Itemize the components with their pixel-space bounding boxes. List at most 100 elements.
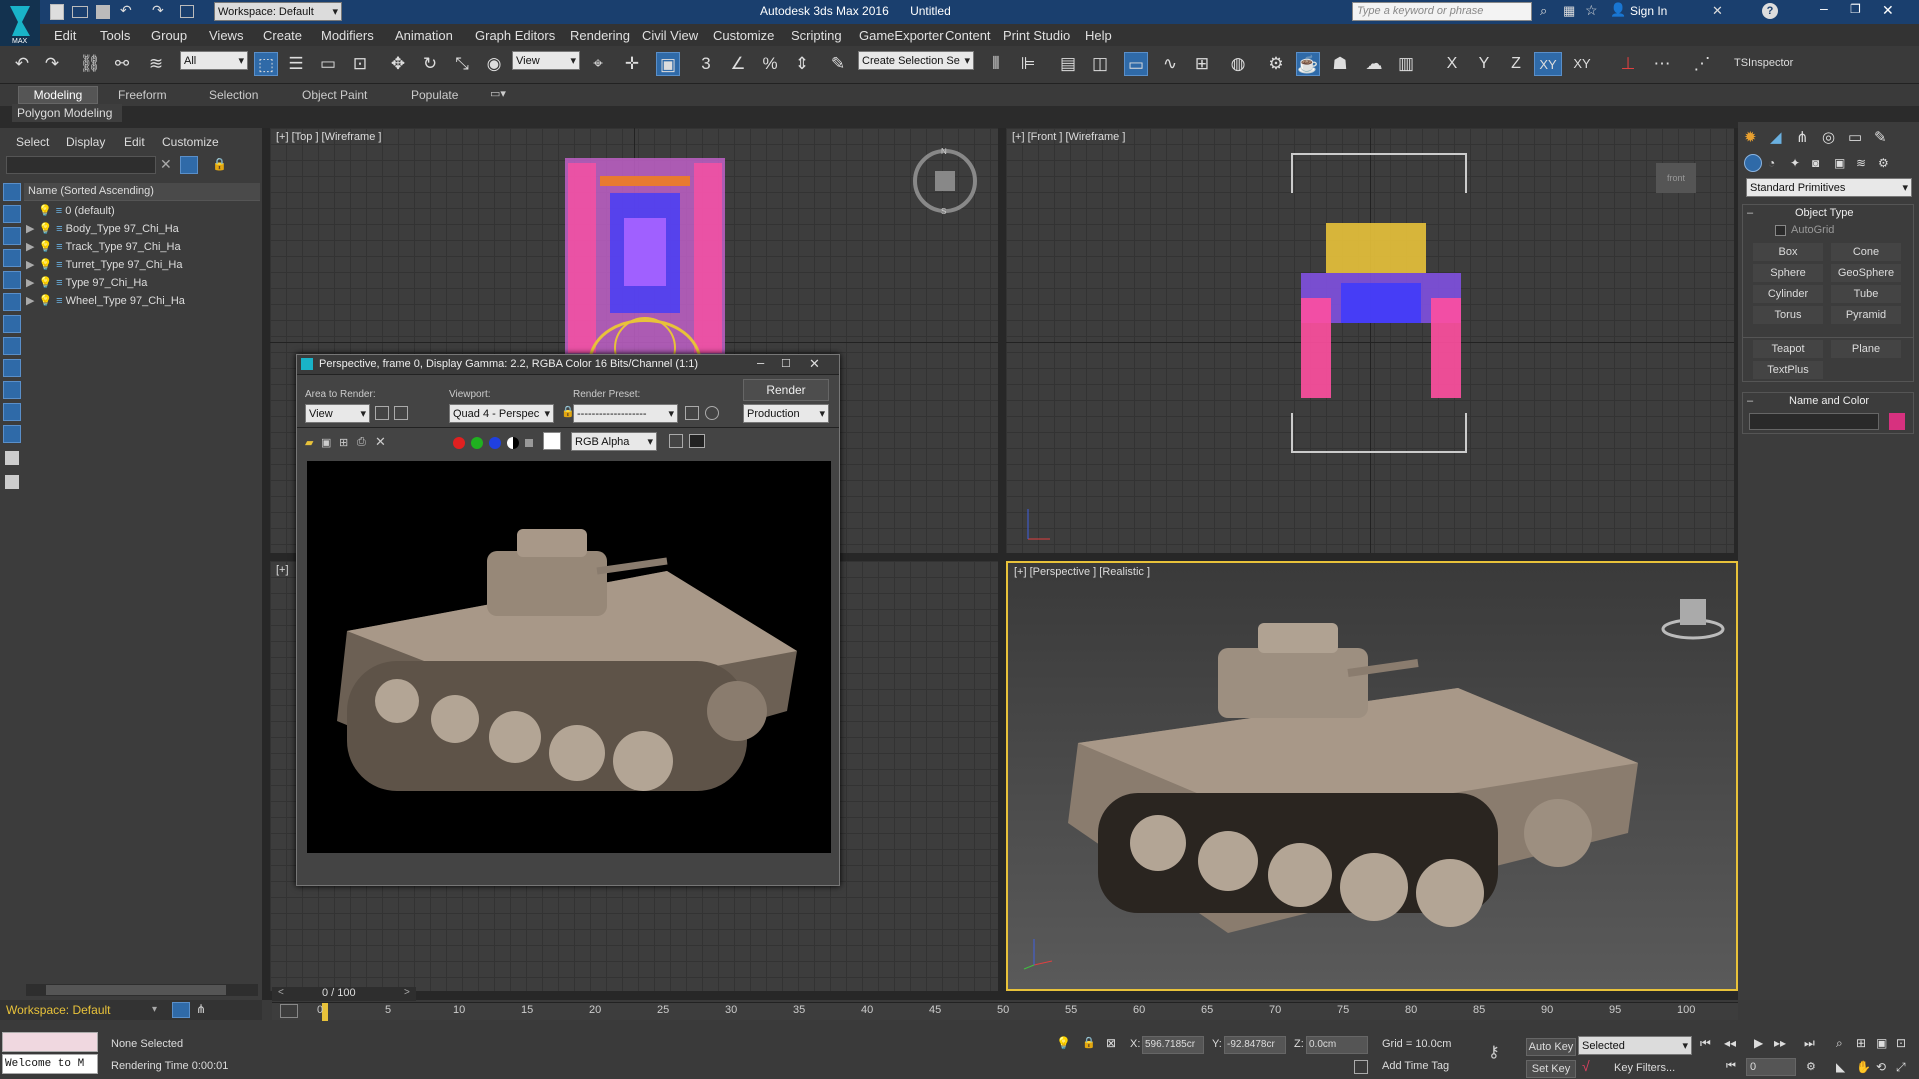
- torus-button[interactable]: Torus: [1753, 306, 1823, 324]
- name-and-color-title[interactable]: Name and Color: [1789, 395, 1869, 407]
- environment-effects-icon[interactable]: [705, 406, 719, 420]
- hierarchy-toggle-icon[interactable]: ⋔: [196, 1002, 206, 1016]
- se-menu-select[interactable]: Select: [16, 135, 49, 149]
- select-move-icon[interactable]: ✥: [386, 52, 410, 76]
- cone-button[interactable]: Cone: [1831, 243, 1901, 261]
- lightbulb-icon[interactable]: 💡: [38, 241, 52, 253]
- cylinder-button[interactable]: Cylinder: [1753, 285, 1823, 303]
- swatch-icon[interactable]: [543, 432, 561, 450]
- se-search-field[interactable]: [6, 156, 156, 174]
- render-in-cloud-icon[interactable]: ☁: [1362, 52, 1386, 76]
- axis-y-button[interactable]: Y: [1472, 52, 1496, 76]
- scrollbar-thumb[interactable]: [46, 985, 226, 995]
- viewport-top-label[interactable]: [+] [Top ] [Wireframe ]: [276, 131, 381, 143]
- key-mode-dropdown[interactable]: Selected: [1578, 1036, 1692, 1055]
- select-by-name-icon[interactable]: ☰: [284, 52, 308, 76]
- curve-editor-icon[interactable]: ∿: [1158, 52, 1182, 76]
- menu-edit[interactable]: Edit: [54, 28, 76, 43]
- list-item[interactable]: ▶ 💡 ≡ Track_Type 97_Chi_Ha: [24, 238, 282, 256]
- bind-space-warp-icon[interactable]: ≋: [144, 52, 168, 76]
- app-logo[interactable]: MAX: [0, 0, 40, 46]
- clone-window-icon[interactable]: ⊞: [339, 436, 348, 449]
- minimize-icon[interactable]: –: [757, 355, 764, 370]
- time-slider[interactable]: < 0 / 100 >: [272, 987, 416, 1001]
- select-place-icon[interactable]: ◉: [482, 52, 506, 76]
- ribbon-subpanel[interactable]: Polygon Modeling: [12, 104, 122, 122]
- maxscript-listener-top[interactable]: [2, 1032, 98, 1052]
- manipulate-icon[interactable]: ✛: [620, 52, 644, 76]
- cameras-icon[interactable]: ◙: [1812, 156, 1819, 170]
- schematic-view-icon[interactable]: ⊞: [1190, 52, 1214, 76]
- spinner-snap-icon[interactable]: ⇕: [790, 52, 814, 76]
- binoculars-icon[interactable]: ⌕: [1540, 3, 1547, 19]
- select-rotate-icon[interactable]: ↻: [418, 52, 442, 76]
- percent-snap-icon[interactable]: %: [758, 52, 782, 76]
- viewport-perspective-label[interactable]: [+] [Perspective ] [Realistic ]: [1014, 566, 1150, 578]
- restore-window-icon[interactable]: ❐: [1850, 2, 1861, 16]
- viewport-left-label[interactable]: [+]: [276, 564, 289, 576]
- display-xrefs-icon[interactable]: [3, 337, 21, 355]
- area-to-render-dropdown[interactable]: View: [305, 404, 370, 423]
- expand-icon[interactable]: ▶: [26, 223, 34, 235]
- key-icon[interactable]: ⚷: [1488, 1042, 1500, 1062]
- green-channel-icon[interactable]: [471, 437, 483, 449]
- filter-toggle-icon[interactable]: [180, 156, 198, 174]
- edit-named-selection-icon[interactable]: ✎: [826, 52, 850, 76]
- menu-print-studio[interactable]: Print Studio: [1003, 28, 1070, 43]
- lightbulb-icon[interactable]: 💡: [38, 205, 52, 217]
- ribbon-tab-freeform[interactable]: Freeform: [118, 88, 167, 102]
- selection-lock-icon[interactable]: 🔒: [1082, 1036, 1096, 1049]
- time-slider-next-icon[interactable]: >: [404, 987, 410, 998]
- axis-z-button[interactable]: Z: [1504, 52, 1528, 76]
- menu-animation[interactable]: Animation: [395, 28, 453, 43]
- previous-frame-icon[interactable]: ◂◂: [1724, 1036, 1736, 1050]
- axis-xy-cycle-button[interactable]: XY: [1568, 52, 1596, 76]
- render-production-icon[interactable]: ☗: [1328, 52, 1352, 76]
- tsinspector-label[interactable]: TSInspector: [1734, 57, 1793, 69]
- display-groups-icon[interactable]: [3, 315, 21, 333]
- scene-explorer-toggle-icon[interactable]: ▤: [1056, 52, 1080, 76]
- minimize-window-icon[interactable]: –: [1820, 0, 1828, 16]
- display-shapes-icon[interactable]: [3, 205, 21, 223]
- display-bones-icon[interactable]: [3, 359, 21, 377]
- subscription-icon[interactable]: ▦: [1563, 3, 1575, 19]
- maximize-icon[interactable]: ☐: [781, 357, 791, 370]
- display-spacewarps-icon[interactable]: [3, 293, 21, 311]
- autogrid-checkbox[interactable]: [1775, 225, 1786, 236]
- menu-scripting[interactable]: Scripting: [791, 28, 842, 43]
- blue-channel-icon[interactable]: [489, 437, 501, 449]
- time-tag-icon[interactable]: [1354, 1060, 1368, 1074]
- se-menu-display[interactable]: Display: [66, 135, 105, 149]
- menu-group[interactable]: Group: [151, 28, 187, 43]
- workspace-dropdown-arrow-icon[interactable]: ▾: [152, 1004, 157, 1015]
- list-item[interactable]: ▶ 💡 ≡ Body_Type 97_Chi_Ha: [24, 220, 282, 238]
- play-icon[interactable]: ▶: [1754, 1036, 1763, 1050]
- unlink-icon[interactable]: ⚯: [110, 52, 134, 76]
- lights-icon[interactable]: ✦: [1790, 156, 1800, 170]
- absolute-mode-icon[interactable]: ⊠: [1106, 1036, 1116, 1050]
- set-key-curve-icon[interactable]: √: [1582, 1058, 1590, 1074]
- ribbon-options-icon[interactable]: ▭▾: [490, 87, 506, 100]
- spacewarps-icon[interactable]: ≋: [1856, 156, 1866, 170]
- pan-icon[interactable]: ✋: [1856, 1060, 1871, 1074]
- render-button[interactable]: Render: [743, 379, 829, 401]
- display-all-icon[interactable]: [5, 451, 19, 465]
- favorites-star-icon[interactable]: ☆: [1585, 2, 1598, 19]
- key-mode-toggle-icon[interactable]: ⏮: [1726, 1060, 1736, 1073]
- menu-civil-view[interactable]: Civil View: [642, 28, 698, 43]
- open-file-icon[interactable]: [72, 6, 88, 18]
- display-containers-icon[interactable]: [3, 381, 21, 399]
- material-editor-icon[interactable]: ◍: [1226, 52, 1250, 76]
- lightbulb-icon[interactable]: 💡: [38, 295, 52, 307]
- rendered-frame-window-icon[interactable]: ☕: [1296, 52, 1320, 76]
- viewcube-perspective-icon[interactable]: [1658, 591, 1728, 641]
- mirror-icon[interactable]: ⫴: [984, 52, 1008, 76]
- rectangular-selection-icon[interactable]: ▭: [316, 52, 340, 76]
- print-image-icon[interactable]: ⎙: [357, 436, 366, 449]
- angle-snap-icon[interactable]: ∠: [726, 52, 750, 76]
- lightbulb-icon[interactable]: 💡: [38, 259, 52, 271]
- add-time-tag-label[interactable]: Add Time Tag: [1382, 1060, 1449, 1072]
- search-input[interactable]: Type a keyword or phrase: [1352, 2, 1532, 21]
- next-frame-icon[interactable]: ▸▸: [1774, 1036, 1786, 1050]
- redo-icon[interactable]: ↷: [152, 2, 164, 19]
